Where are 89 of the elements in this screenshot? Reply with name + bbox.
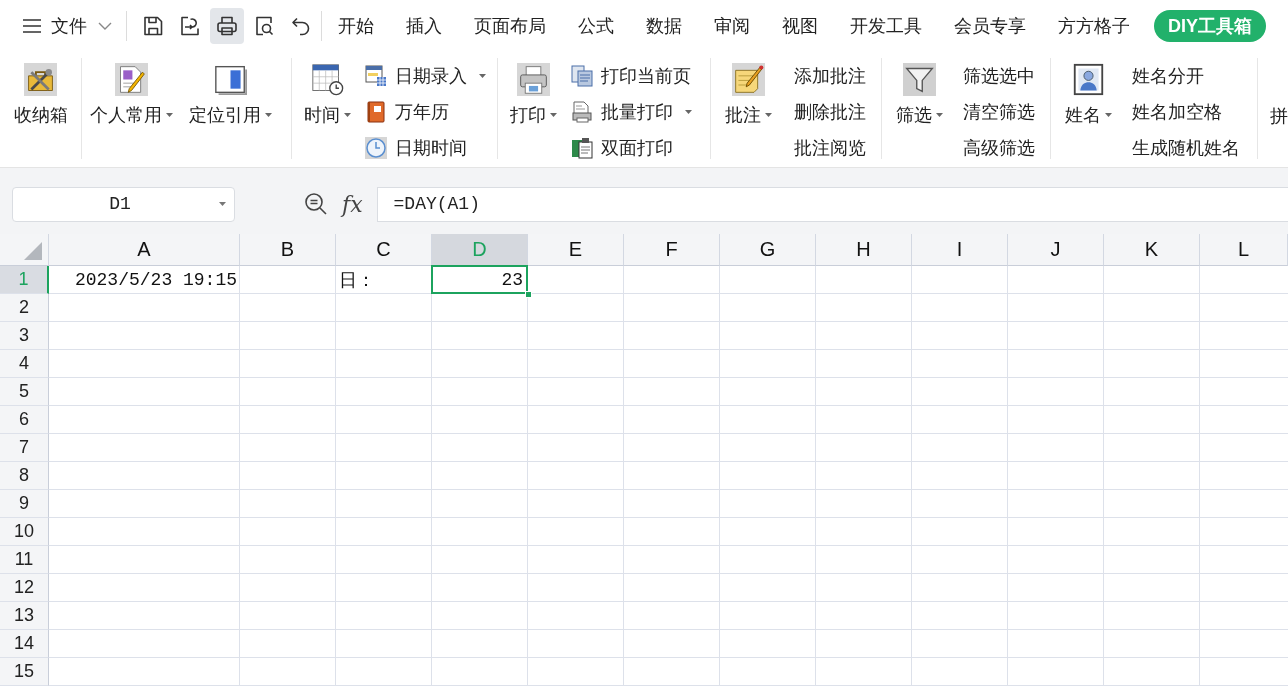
ribbon-button[interactable]: 姓名分开 — [1132, 58, 1240, 94]
ribbon-button[interactable]: 万年历 — [365, 94, 486, 130]
row-header[interactable]: 7 — [0, 434, 49, 462]
ribbon-button[interactable]: 添加批注 — [794, 58, 866, 94]
file-menu-button[interactable]: 文件 — [18, 8, 116, 44]
note-pencil-icon — [732, 63, 765, 96]
document-arrow-icon — [178, 14, 202, 38]
row-header[interactable]: 4 — [0, 350, 49, 378]
funnel-icon — [903, 63, 936, 96]
table-cell-text: 日： — [338, 270, 376, 293]
printer-icon — [215, 14, 239, 38]
column-header[interactable]: B — [240, 234, 336, 266]
row-header[interactable]: 8 — [0, 462, 49, 490]
clock-icon — [365, 137, 387, 159]
magnifier-icon[interactable] — [304, 192, 328, 216]
person-portrait-icon — [1072, 63, 1105, 96]
corner-triangle-icon — [24, 242, 42, 260]
toolbox-icon — [24, 63, 57, 96]
document-pencil-icon — [115, 63, 148, 96]
row-header[interactable]: 6 — [0, 406, 49, 434]
row-header[interactable]: 12 — [0, 574, 49, 602]
ribbon-tab[interactable]: 页面布局 — [458, 10, 562, 42]
ribbon-button[interactable]: 打印 — [508, 58, 559, 126]
column-header[interactable]: K — [1104, 234, 1200, 266]
insert-function-button[interactable]: fx — [338, 191, 367, 217]
row-header[interactable]: 2 — [0, 294, 49, 322]
formula-field[interactable]: =DAY(A1) — [376, 186, 1288, 222]
menu-icon — [22, 18, 42, 34]
ribbon-tab[interactable]: 会员专享 — [938, 10, 1042, 42]
ribbon-button[interactable]: 删除批注 — [794, 94, 866, 130]
name-box[interactable]: D1 — [12, 186, 235, 222]
ribbon-tab[interactable]: 开始 — [322, 10, 390, 42]
ribbon-button[interactable]: 姓名加空格 — [1132, 94, 1240, 130]
calendar-clock-icon — [311, 63, 344, 96]
ribbon-button[interactable]: 生成随机姓名 — [1132, 130, 1240, 166]
fill-handle-icon[interactable] — [525, 291, 532, 298]
window-icon — [214, 63, 247, 96]
row-header[interactable]: 11 — [0, 546, 49, 574]
row-header[interactable]: 10 — [0, 518, 49, 546]
row-header[interactable]: 3 — [0, 322, 49, 350]
row-header[interactable]: 13 — [0, 602, 49, 630]
pages-icon — [571, 65, 593, 87]
column-header[interactable]: A — [49, 234, 240, 266]
ribbon-button[interactable]: 双面打印 — [571, 130, 692, 166]
ribbon-button[interactable]: 清空筛选 — [963, 94, 1035, 130]
caret-icon — [219, 202, 226, 206]
table-cell: 23 — [431, 265, 528, 294]
column-header[interactable]: J — [1008, 234, 1104, 266]
column-header[interactable]: F — [624, 234, 720, 266]
ribbon-button[interactable]: 批注阅览 — [794, 130, 866, 166]
book-icon — [365, 101, 387, 123]
ribbon-tab[interactable]: 插入 — [390, 10, 458, 42]
ribbon-button[interactable]: 姓名 — [1063, 58, 1114, 126]
ribbon-button[interactable]: 日期时间 — [365, 130, 486, 166]
ribbon-button[interactable]: 批注 — [723, 58, 774, 126]
spreadsheet-icon — [365, 65, 387, 87]
ribbon-button[interactable]: 拼 — [1268, 58, 1288, 127]
ribbon-button[interactable]: 收纳箱 — [11, 58, 70, 126]
column-header[interactable]: L — [1200, 234, 1288, 266]
toolbar-button[interactable] — [210, 8, 244, 44]
ribbon-tab[interactable]: 审阅 — [698, 10, 766, 42]
ribbon-button[interactable]: 日期录入 — [365, 58, 486, 94]
ribbon-button[interactable]: 高级筛选 — [963, 130, 1035, 166]
ribbon-tab[interactable]: 方方格子 — [1042, 10, 1146, 42]
column-header[interactable]: E — [528, 234, 624, 266]
ribbon-tab[interactable]: 视图 — [766, 10, 834, 42]
ribbon-button[interactable]: 个人常用 — [88, 58, 175, 126]
ribbon-button[interactable]: 筛选 — [894, 58, 945, 126]
column-header[interactable]: I — [912, 234, 1008, 266]
clipboard-icon — [571, 137, 593, 159]
chevron-down-icon — [98, 22, 112, 30]
ribbon-button[interactable]: 批量打印 — [571, 94, 692, 130]
ribbon-button[interactable]: 打印当前页 — [571, 58, 692, 94]
ribbon-tab[interactable]: 数据 — [630, 10, 698, 42]
table-cell-text: 2023/5/23 19:15 — [73, 269, 238, 292]
column-header[interactable]: H — [816, 234, 912, 266]
row-header[interactable]: 5 — [0, 378, 49, 406]
ribbon-button[interactable]: 定位引用 — [187, 58, 274, 126]
row-header[interactable]: 15 — [0, 658, 49, 686]
ribbon-tab[interactable]: 公式 — [562, 10, 630, 42]
printer-icon — [517, 63, 550, 96]
row-header[interactable]: 9 — [0, 490, 49, 518]
ribbon-button[interactable]: 筛选选中 — [963, 58, 1035, 94]
row-header[interactable]: 14 — [0, 630, 49, 658]
save-icon — [141, 14, 165, 38]
ribbon-button[interactable]: 时间 — [302, 58, 353, 126]
column-header[interactable]: G — [720, 234, 816, 266]
ribbon-tab[interactable]: 开发工具 — [834, 10, 938, 42]
document-printer-icon — [571, 101, 593, 123]
